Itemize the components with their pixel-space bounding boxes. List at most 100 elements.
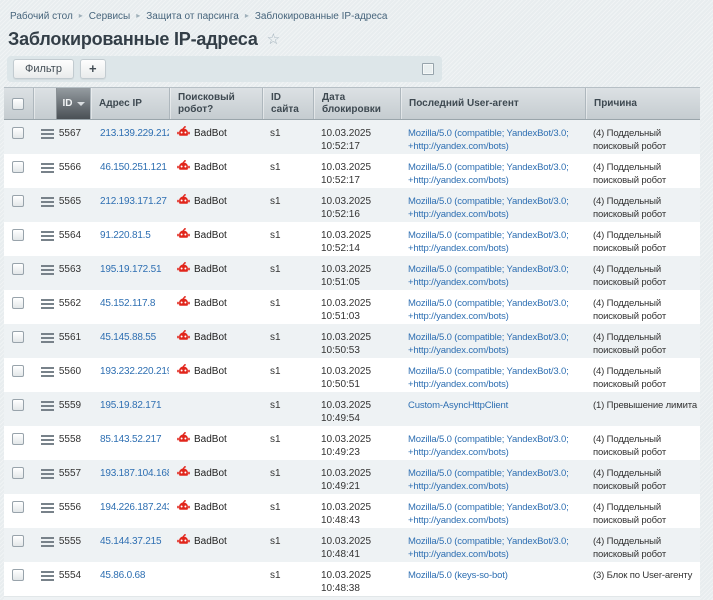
table-row: 5561 45.145.88.55 BadBot s1 10.03.202510… (4, 324, 700, 358)
row-menu-icon[interactable] (41, 195, 54, 209)
row-checkbox[interactable] (12, 229, 24, 241)
add-button[interactable]: + (80, 59, 106, 79)
cell-checkbox (4, 358, 33, 392)
ip-link[interactable]: 194.226.187.243 (100, 502, 169, 513)
header-block-date[interactable]: Датаблокировки (313, 88, 400, 119)
ip-link[interactable]: 45.152.117.8 (100, 298, 155, 309)
user-agent-link[interactable]: Mozilla/5.0 (compatible; YandexBot/3.0;+… (408, 467, 585, 493)
cell-reason: (4) Поддельныйпоисковый робот (585, 324, 700, 358)
header-user-agent[interactable]: Последний User-агент (400, 88, 585, 119)
row-checkbox[interactable] (12, 467, 24, 479)
user-agent-link[interactable]: Mozilla/5.0 (compatible; YandexBot/3.0;+… (408, 297, 585, 323)
row-menu-icon[interactable] (41, 229, 54, 243)
badbot-label: BadBot (194, 365, 227, 378)
badbot-icon (177, 364, 190, 376)
ip-link[interactable]: 91.220.81.5 (100, 230, 151, 241)
badbot-icon (177, 466, 190, 478)
table-row: 5556 194.226.187.243 BadBot s1 10.03.202… (4, 494, 700, 528)
ip-link[interactable]: 45.145.88.55 (100, 332, 156, 343)
ip-link[interactable]: 195.19.82.171 (100, 400, 161, 411)
breadcrumb-link-desktop[interactable]: Рабочий стол (10, 11, 73, 22)
header-ip[interactable]: Адрес IP (90, 88, 169, 119)
user-agent-link[interactable]: Mozilla/5.0 (compatible; YandexBot/3.0;+… (408, 501, 585, 527)
table-row: 5555 45.144.37.215 BadBot s1 10.03.20251… (4, 528, 700, 562)
cell-id: 5558 (56, 426, 90, 460)
cell-ip: 45.86.0.68 (90, 562, 169, 596)
filter-button[interactable]: Фильтр (13, 59, 74, 79)
user-agent-link[interactable]: Mozilla/5.0 (compatible; YandexBot/3.0;+… (408, 127, 585, 153)
user-agent-link[interactable]: Mozilla/5.0 (compatible; YandexBot/3.0;+… (408, 195, 585, 221)
ip-link[interactable]: 193.232.220.219 (100, 366, 169, 377)
row-checkbox[interactable] (12, 569, 24, 581)
row-menu-icon[interactable] (41, 569, 54, 583)
row-checkbox[interactable] (12, 535, 24, 547)
table-row: 5560 193.232.220.219 BadBot s1 10.03.202… (4, 358, 700, 392)
row-checkbox[interactable] (12, 399, 24, 411)
block-time: 10:52:17 (321, 140, 396, 153)
row-checkbox[interactable] (12, 365, 24, 377)
user-agent-link[interactable]: Mozilla/5.0 (compatible; YandexBot/3.0;+… (408, 535, 585, 561)
user-agent-link[interactable]: Custom-AsyncHttpClient (408, 399, 585, 412)
breadcrumb-link-antiparsing[interactable]: Защита от парсинга (146, 11, 239, 22)
cell-robot: BadBot (169, 222, 262, 256)
row-menu-icon[interactable] (41, 535, 54, 549)
user-agent-link[interactable]: Mozilla/5.0 (compatible; YandexBot/3.0;+… (408, 433, 585, 459)
ip-link[interactable]: 85.143.52.217 (100, 434, 161, 445)
grid-settings-icon[interactable] (422, 63, 434, 75)
cell-ip: 85.143.52.217 (90, 426, 169, 460)
breadcrumb-link-blocked-ips[interactable]: Заблокированные IP-адреса (255, 11, 388, 22)
header-id[interactable]: ID (56, 88, 90, 119)
row-checkbox[interactable] (12, 195, 24, 207)
header-robot[interactable]: Поисковыйробот? (169, 88, 262, 119)
block-date: 10.03.2025 (321, 229, 396, 242)
cell-menu (33, 460, 56, 494)
block-time: 10:50:51 (321, 378, 396, 391)
user-agent-link[interactable]: Mozilla/5.0 (keys-so-bot) (408, 569, 585, 582)
user-agent-link[interactable]: Mozilla/5.0 (compatible; YandexBot/3.0;+… (408, 365, 585, 391)
header-reason[interactable]: Причина (585, 88, 700, 119)
table-row: 5566 46.150.251.121 BadBot s1 10.03.2025… (4, 154, 700, 188)
ip-link[interactable]: 213.139.229.212 (100, 128, 169, 139)
user-agent-link[interactable]: Mozilla/5.0 (compatible; YandexBot/3.0;+… (408, 229, 585, 255)
row-checkbox[interactable] (12, 263, 24, 275)
favorite-star-icon[interactable]: ☆ (267, 32, 280, 47)
row-checkbox[interactable] (12, 501, 24, 513)
ip-link[interactable]: 212.193.171.27 (100, 196, 167, 207)
row-checkbox[interactable] (12, 127, 24, 139)
cell-menu (33, 222, 56, 256)
badbot-label: BadBot (194, 467, 227, 480)
row-checkbox[interactable] (12, 433, 24, 445)
ip-link[interactable]: 45.144.37.215 (100, 536, 161, 547)
cell-menu (33, 290, 56, 324)
row-menu-icon[interactable] (41, 263, 54, 277)
row-menu-icon[interactable] (41, 297, 54, 311)
row-menu-icon[interactable] (41, 467, 54, 481)
row-menu-icon[interactable] (41, 127, 54, 141)
row-checkbox[interactable] (12, 297, 24, 309)
block-time: 10:52:16 (321, 208, 396, 221)
row-checkbox[interactable] (12, 161, 24, 173)
cell-block-date: 10.03.202510:49:21 (313, 460, 400, 494)
cell-menu (33, 324, 56, 358)
cell-menu (33, 528, 56, 562)
cell-robot (169, 562, 262, 596)
user-agent-link[interactable]: Mozilla/5.0 (compatible; YandexBot/3.0;+… (408, 263, 585, 289)
row-menu-icon[interactable] (41, 433, 54, 447)
breadcrumb-link-services[interactable]: Сервисы (89, 11, 130, 22)
row-menu-icon[interactable] (41, 331, 54, 345)
cell-checkbox (4, 426, 33, 460)
row-menu-icon[interactable] (41, 399, 54, 413)
row-menu-icon[interactable] (41, 365, 54, 379)
user-agent-link[interactable]: Mozilla/5.0 (compatible; YandexBot/3.0;+… (408, 331, 585, 357)
user-agent-link[interactable]: Mozilla/5.0 (compatible; YandexBot/3.0;+… (408, 161, 585, 187)
ip-link[interactable]: 45.86.0.68 (100, 570, 145, 581)
ip-link[interactable]: 193.187.104.168 (100, 468, 169, 479)
ip-link[interactable]: 195.19.172.51 (100, 264, 161, 275)
row-menu-icon[interactable] (41, 161, 54, 175)
select-all-checkbox[interactable] (12, 98, 24, 110)
row-checkbox[interactable] (12, 331, 24, 343)
ip-link[interactable]: 46.150.251.121 (100, 162, 167, 173)
header-site-id[interactable]: IDсайта (262, 88, 313, 119)
cell-user-agent: Custom-AsyncHttpClient (400, 392, 585, 426)
row-menu-icon[interactable] (41, 501, 54, 515)
